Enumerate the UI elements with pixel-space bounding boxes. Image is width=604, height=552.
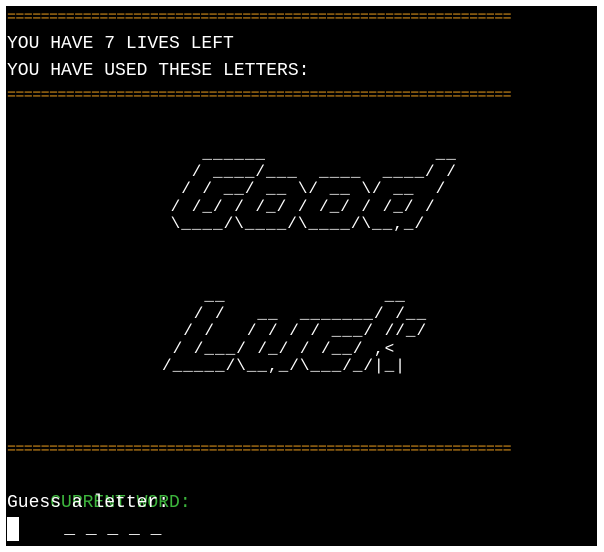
current-word-blanks: _ _ _ _ _ <box>64 519 162 539</box>
used-letters-text: YOU HAVE USED THESE LETTERS: <box>7 61 310 81</box>
current-word-row: CURRENT WORD: _ _ _ _ _ <box>7 463 190 540</box>
input-cursor[interactable] <box>7 517 19 541</box>
guess-prompt: Guess a letter: <box>7 493 170 513</box>
terminal-window[interactable]: ========================================… <box>6 6 597 546</box>
divider-middle: ========================================… <box>7 87 512 104</box>
luck-ascii-banner: __ __ / / __ _______/ /__ / / / / / / __… <box>162 287 428 375</box>
lives-left-text: YOU HAVE 7 LIVES LEFT <box>7 34 234 54</box>
good-ascii-banner: ______ __ / ____/___ ____ ____/ / / / __… <box>170 145 457 233</box>
